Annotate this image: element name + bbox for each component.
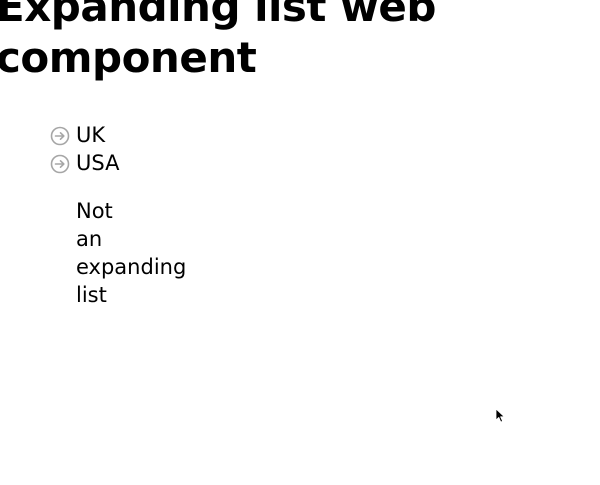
list-item-label: UK — [76, 123, 106, 147]
list-item-uk[interactable]: UK — [50, 121, 119, 149]
page-title: Expanding list web component — [0, 0, 436, 82]
arrow-right-circle-icon[interactable] — [50, 126, 70, 146]
arrow-right-circle-icon[interactable] — [50, 154, 70, 174]
list-item-usa[interactable]: USA — [50, 149, 119, 177]
plain-list: Not an expanding list — [76, 197, 186, 309]
plain-list-item: Not an expanding list — [76, 199, 187, 307]
mouse-cursor-icon — [495, 408, 505, 423]
list-item-label: USA — [76, 151, 120, 175]
expanding-list: UK USA — [50, 121, 119, 177]
